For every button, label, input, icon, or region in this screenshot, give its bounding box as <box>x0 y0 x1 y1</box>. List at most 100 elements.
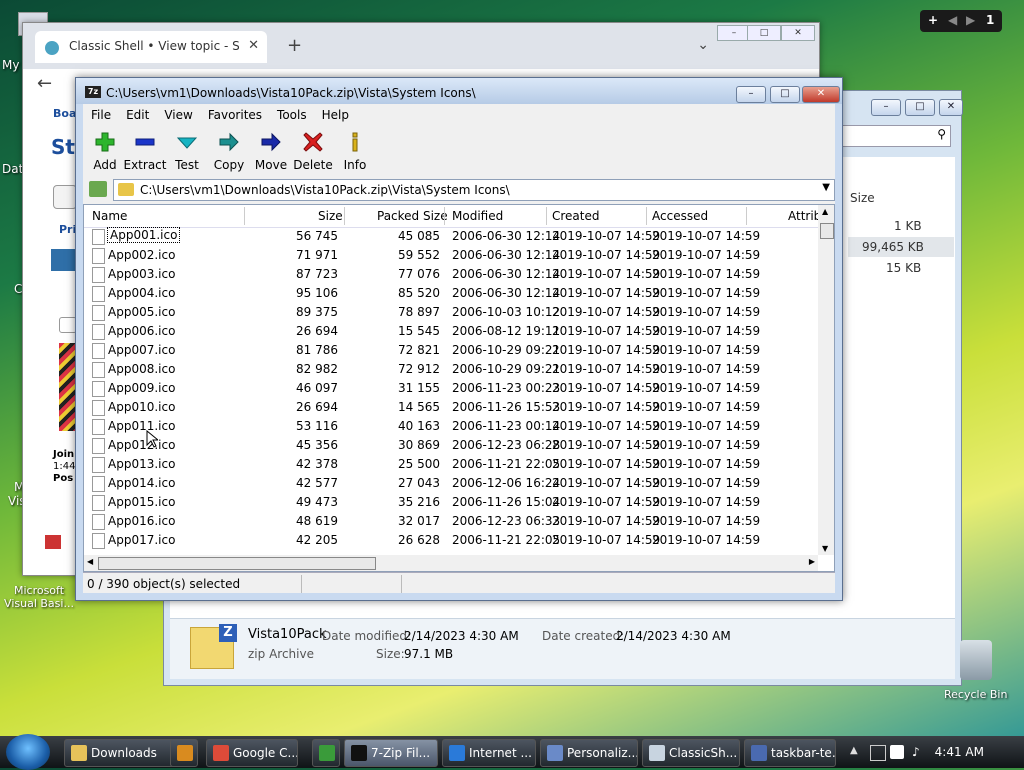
explorer-size-cell: 15 KB <box>886 261 922 275</box>
tray-expand-arrow-icon[interactable]: ▲ <box>850 745 858 756</box>
menu-favorites[interactable]: Favorites <box>200 104 269 122</box>
table-row[interactable]: App011.ico 53 116 40 163 2006-11-23 00:14 20… <box>84 417 818 436</box>
desktop-icon-recycle-bin[interactable]: Recycle Bin <box>940 636 1020 708</box>
table-row[interactable]: App013.ico 42 378 25 500 2006-11-21 22:05 20… <box>84 455 818 474</box>
explorer-minimize-button[interactable]: – <box>871 99 901 116</box>
pdf-icon[interactable] <box>45 535 61 549</box>
taskbar-notepad-button[interactable]: taskbar-te... <box>744 739 836 767</box>
file-packed-size-cell: 35 216 <box>398 495 440 509</box>
table-row[interactable]: App010.ico 26 694 14 565 2006-11-26 15:53 20… <box>84 398 818 417</box>
security-alert-icon[interactable] <box>890 745 904 759</box>
table-row[interactable]: App017.ico 42 205 26 628 2006-11-21 22:05 20… <box>84 531 818 550</box>
move-button[interactable]: Move <box>249 128 293 174</box>
back-arrow-icon[interactable]: ← <box>37 73 52 94</box>
menu-tools[interactable]: Tools <box>269 104 314 122</box>
file-created-cell: 2019-10-07 14:59 <box>552 419 661 433</box>
table-row[interactable]: App001.ico 56 745 45 085 2006-06-30 12:14 20… <box>84 227 818 246</box>
browser-close-button[interactable]: ✕ <box>781 25 815 41</box>
address-combobox[interactable]: C:\Users\vm1\Downloads\Vista10Pack.zip\V… <box>113 179 835 201</box>
start-button[interactable] <box>6 734 50 770</box>
gadget-next-button[interactable]: ▶ <box>966 13 975 27</box>
taskbar-downloads-button[interactable]: Downloads <box>64 739 178 767</box>
taskbar-personalize-button[interactable]: Personaliz... <box>540 739 638 767</box>
menu-view[interactable]: View <box>156 104 199 122</box>
table-row[interactable]: App003.ico 87 723 77 076 2006-06-30 12:14 20… <box>84 265 818 284</box>
gadget-prev-button[interactable]: ◀ <box>948 13 957 27</box>
taskbar-classicshell-button[interactable]: ClassicSh... <box>642 739 740 767</box>
menu-edit[interactable]: Edit <box>118 104 156 122</box>
explorer-close-button[interactable]: ✕ <box>939 99 963 116</box>
file-modified-cell: 2006-06-30 12:14 <box>452 248 561 262</box>
taskbar-clock[interactable]: 4:41 AM <box>935 745 984 759</box>
scroll-right-icon[interactable]: ▶ <box>809 557 815 566</box>
taskbar-ie-button[interactable]: Internet ... <box>442 739 536 767</box>
browser-maximize-button[interactable]: □ <box>747 25 781 41</box>
explorer-maximize-button[interactable]: □ <box>905 99 935 116</box>
7zip-minimize-button[interactable]: – <box>736 86 766 103</box>
gadget-add-button[interactable]: + <box>928 13 938 27</box>
taskbar-chrome-button[interactable]: Google C... <box>206 739 298 767</box>
menu-help[interactable]: Help <box>314 104 356 122</box>
volume-icon[interactable]: ♪ <box>912 745 926 759</box>
horizontal-scrollbar[interactable]: ◀ ▶ <box>84 555 818 571</box>
file-created-cell: 2019-10-07 14:59 <box>552 229 661 243</box>
column-header-created[interactable]: Created <box>552 209 600 223</box>
column-header-packed-size[interactable]: Packed Size <box>377 209 448 223</box>
table-row[interactable]: App004.ico 95 106 85 520 2006-06-30 12:14 20… <box>84 284 818 303</box>
scroll-down-icon[interactable]: ▼ <box>822 544 828 553</box>
scroll-up-icon[interactable]: ▲ <box>822 207 828 216</box>
column-header-attributes[interactable]: Attrib <box>788 209 821 223</box>
vertical-scroll-thumb[interactable] <box>820 223 834 239</box>
taskbar-media-button[interactable] <box>170 739 198 767</box>
chevron-down-icon[interactable]: ▼ <box>822 182 830 193</box>
table-row[interactable]: App015.ico 49 473 35 216 2006-11-26 15:04 20… <box>84 493 818 512</box>
horizontal-scroll-thumb[interactable] <box>98 557 376 570</box>
table-row[interactable]: App016.ico 48 619 32 017 2006-12-23 06:33 20… <box>84 512 818 531</box>
table-row[interactable]: App002.ico 71 971 59 552 2006-06-30 12:14 20… <box>84 246 818 265</box>
taskbar-classicshell-icon <box>649 745 665 761</box>
tab-close-icon[interactable]: ✕ <box>248 38 259 53</box>
file-modified-cell: 2006-10-29 09:21 <box>452 343 561 357</box>
new-tab-button[interactable]: + <box>287 35 302 56</box>
table-row[interactable]: App005.ico 89 375 78 897 2006-10-03 10:12 20… <box>84 303 818 322</box>
forum-board-link[interactable]: Boa <box>53 107 76 120</box>
table-row[interactable]: App006.ico 26 694 15 545 2006-08-12 19:11 20… <box>84 322 818 341</box>
table-row[interactable]: App012.ico 45 356 30 869 2006-12-23 06:28 20… <box>84 436 818 455</box>
column-header-accessed[interactable]: Accessed <box>652 209 708 223</box>
column-header-modified[interactable]: Modified <box>452 209 503 223</box>
forum-print-label[interactable]: Pri <box>59 223 76 236</box>
copy-button[interactable]: Copy <box>207 128 251 174</box>
tab-list-chevron-icon[interactable]: ⌄ <box>697 37 709 53</box>
7zip-close-button[interactable]: ✕ <box>802 86 840 103</box>
column-header-name[interactable]: Name <box>92 209 127 223</box>
folder-up-icon[interactable] <box>89 181 107 197</box>
forum-print-icon[interactable] <box>53 185 77 209</box>
7zip-maximize-button[interactable]: □ <box>770 86 800 103</box>
table-row[interactable]: App009.ico 46 097 31 155 2006-11-23 00:23 20… <box>84 379 818 398</box>
file-modified-cell: 2006-11-23 00:23 <box>452 381 561 395</box>
browser-tab[interactable]: Classic Shell • View topic - Start ... ✕ <box>35 31 267 63</box>
add-button[interactable]: Add <box>83 128 127 174</box>
file-modified-cell: 2006-12-23 06:33 <box>452 514 561 528</box>
table-row[interactable]: App008.ico 82 982 72 912 2006-10-29 09:21 20… <box>84 360 818 379</box>
test-button[interactable]: Test <box>165 128 209 174</box>
delete-button[interactable]: Delete <box>291 128 335 174</box>
column-header-size[interactable]: Size <box>318 209 343 223</box>
network-icon[interactable] <box>870 745 886 761</box>
7zip-title-bar[interactable]: 7z C:\Users\vm1\Downloads\Vista10Pack.zi… <box>76 78 842 104</box>
file-accessed-cell: 2019-10-07 14:59 <box>652 248 761 262</box>
table-row[interactable]: App007.ico 81 786 72 821 2006-10-29 09:21 20… <box>84 341 818 360</box>
vertical-scrollbar[interactable]: ▲ ▼ <box>818 205 834 555</box>
scroll-left-icon[interactable]: ◀ <box>87 557 93 566</box>
extract-button[interactable]: Extract <box>123 128 167 174</box>
file-name-cell: App014.ico <box>108 476 176 490</box>
menu-file[interactable]: File <box>83 104 118 122</box>
explorer-search-input[interactable]: ⚲ <box>839 125 951 147</box>
desktop-icon-visual-basic[interactable]: Microsoft Visual Basi... <box>2 584 76 610</box>
taskbar-app-button[interactable] <box>312 739 340 767</box>
taskbar-7zip-button[interactable]: 7-Zip Fil... <box>344 739 438 767</box>
info-button[interactable]: Info <box>333 128 377 174</box>
explorer-size-column-header[interactable]: Size <box>850 191 875 205</box>
table-row[interactable]: App014.ico 42 577 27 043 2006-12-06 16:24 20… <box>84 474 818 493</box>
browser-minimize-button[interactable]: – <box>717 25 751 41</box>
